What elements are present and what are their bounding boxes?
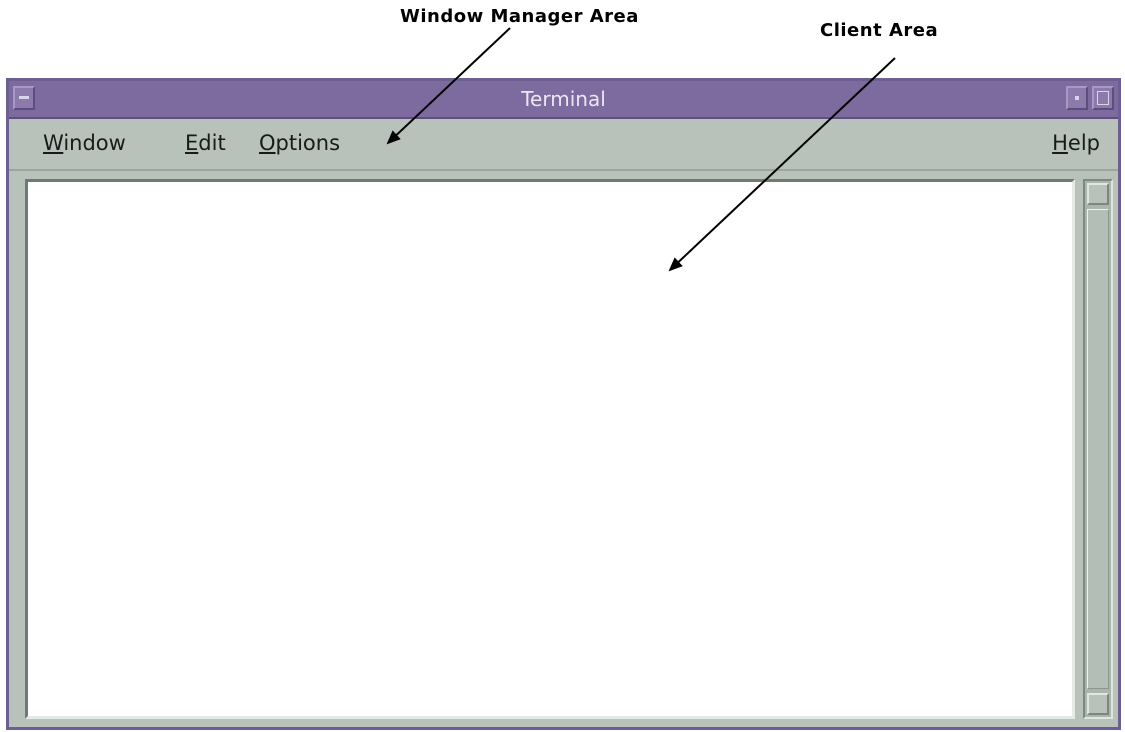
scroll-down-arrow-icon[interactable] (1087, 693, 1109, 715)
menu-window-label: indow (63, 131, 126, 155)
window-title: Terminal (521, 87, 606, 111)
window-manager-area-callout: Window Manager Area (400, 6, 639, 27)
client-area-callout: Client Area (820, 20, 939, 41)
diagram-canvas: Window Manager Area Client Area Terminal… (0, 0, 1125, 732)
menu-window-mnemonic: W (43, 131, 64, 155)
menu-window[interactable]: Window (43, 131, 126, 155)
menu-options[interactable]: Options (259, 131, 340, 155)
menu-bar: Window Edit Options Help (9, 119, 1118, 171)
title-bar[interactable]: Terminal (9, 81, 1118, 119)
menu-edit-mnemonic: E (185, 131, 199, 155)
minimize-icon[interactable] (1066, 86, 1088, 110)
menu-edit-label: dit (198, 131, 226, 155)
menu-edit[interactable]: Edit (185, 131, 226, 155)
menu-help-label: elp (1067, 131, 1100, 155)
terminal-window: Terminal Window Edit Options Help (6, 78, 1121, 730)
menu-help[interactable]: Help (1052, 131, 1100, 155)
menu-options-mnemonic: O (259, 131, 276, 155)
scroll-up-arrow-icon[interactable] (1087, 183, 1109, 205)
scroll-track[interactable] (1087, 209, 1109, 689)
maximize-icon[interactable] (1092, 86, 1114, 110)
vertical-scrollbar[interactable] (1083, 179, 1113, 719)
menu-options-label: ptions (275, 131, 341, 155)
menu-help-mnemonic: H (1052, 131, 1068, 155)
client-area[interactable] (25, 179, 1075, 719)
